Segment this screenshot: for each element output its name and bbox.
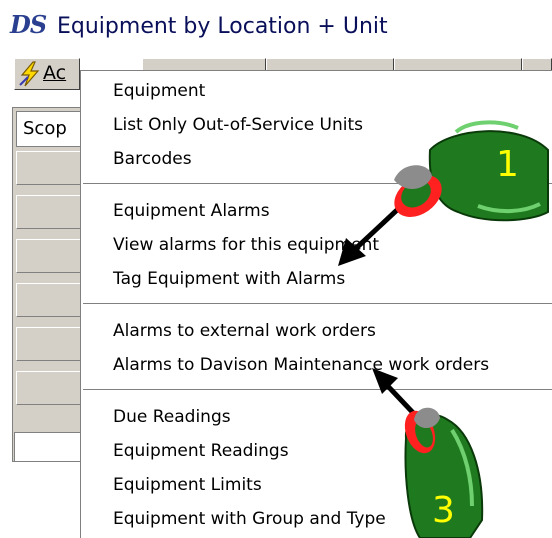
grid-footer-cell — [14, 432, 88, 462]
menu-item-due-readings[interactable]: Due Readings — [113, 407, 231, 427]
action-dropdown-menu: Equipment List Only Out-of-Service Units… — [80, 70, 552, 538]
scope-column-header[interactable]: Scop — [16, 111, 86, 147]
menu-item-equipment-alarms[interactable]: Equipment Alarms — [113, 201, 270, 221]
menu-separator — [83, 389, 552, 391]
title-bar: DS Equipment by Location + Unit — [0, 0, 552, 52]
menu-item-list-out-of-service[interactable]: List Only Out-of-Service Units — [113, 115, 363, 135]
menu-item-view-alarms[interactable]: View alarms for this equipment — [113, 235, 379, 255]
menu-item-tag-equipment-alarms[interactable]: Tag Equipment with Alarms — [113, 269, 345, 289]
action-button[interactable]: Ac — [14, 58, 80, 90]
menu-item-alarms-davison-work-orders[interactable]: Alarms to Davison Maintenance work order… — [113, 355, 489, 375]
action-button-label: Ac — [43, 62, 67, 84]
grid-row-header[interactable] — [16, 283, 86, 317]
grid-row-header[interactable] — [16, 371, 86, 405]
menu-item-equipment-limits[interactable]: Equipment Limits — [113, 475, 262, 495]
menu-item-alarms-external-work-orders[interactable]: Alarms to external work orders — [113, 321, 376, 341]
grid-row-header[interactable] — [16, 239, 86, 273]
menu-item-equipment-group-type[interactable]: Equipment with Group and Type — [113, 509, 386, 529]
lightning-icon — [19, 61, 40, 87]
menu-separator — [83, 183, 552, 185]
window-title: Equipment by Location + Unit — [57, 14, 388, 39]
grid-row-header[interactable] — [16, 151, 86, 185]
app-logo: DS — [10, 10, 47, 39]
menu-item-equipment[interactable]: Equipment — [113, 81, 205, 101]
menu-item-barcodes[interactable]: Barcodes — [113, 149, 192, 169]
grid-row-header[interactable] — [16, 195, 86, 229]
grid-row-header[interactable] — [16, 327, 86, 361]
menu-item-equipment-readings[interactable]: Equipment Readings — [113, 441, 289, 461]
menu-separator — [83, 303, 552, 305]
